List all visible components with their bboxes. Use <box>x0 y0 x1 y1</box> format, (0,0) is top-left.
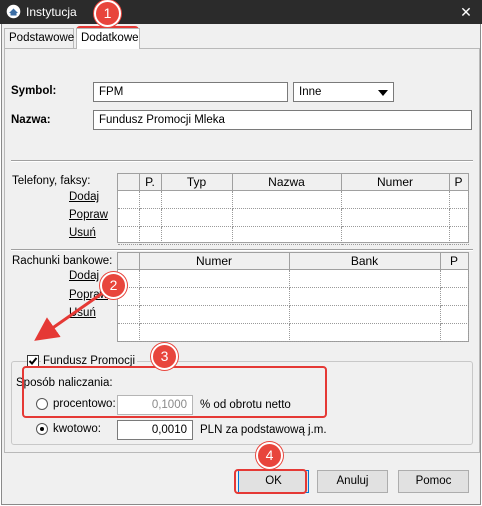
phones-table[interactable]: P. Typ Nazwa Numer P <box>117 173 469 245</box>
percent-radio[interactable] <box>36 398 48 410</box>
amount-unit: PLN za podstawową j.m. <box>200 424 327 436</box>
column-header[interactable]: Nazwa <box>232 174 342 191</box>
accounts-label: Rachunki bankowe: <box>12 255 113 267</box>
checkmark-icon <box>28 357 38 365</box>
name-label: Nazwa: <box>11 114 51 126</box>
annotation-badge-1: 1 <box>94 0 121 27</box>
percent-label[interactable]: procentowo: <box>53 398 116 410</box>
accounts-table[interactable]: Numer Bank P <box>117 252 469 342</box>
column-header[interactable]: P. <box>139 174 162 191</box>
chevron-down-icon[interactable] <box>378 90 388 96</box>
cancel-button[interactable]: Anuluj <box>317 470 388 493</box>
table-row[interactable] <box>118 190 469 209</box>
percent-input[interactable]: 0,1000 <box>117 395 193 415</box>
column-header[interactable]: Numer <box>139 253 290 270</box>
annotation-badge-2: 2 <box>100 272 127 299</box>
type-select-value: Inne <box>299 86 322 98</box>
separator <box>11 249 473 251</box>
app-icon <box>6 4 21 19</box>
phones-delete-link[interactable]: Usuń <box>69 227 96 239</box>
method-label: Sposób naliczania: <box>16 377 113 389</box>
column-header <box>118 174 140 191</box>
phones-add-link[interactable]: Dodaj <box>69 191 99 203</box>
phones-edit-link[interactable]: Popraw <box>69 209 108 221</box>
window-title: Instytucja <box>26 5 77 19</box>
close-icon[interactable]: ✕ <box>450 0 482 24</box>
table-row[interactable] <box>118 269 469 288</box>
fund-checkbox[interactable] <box>27 355 39 367</box>
help-button[interactable]: Pomoc <box>398 470 469 493</box>
column-header[interactable]: Numer <box>341 174 450 191</box>
title-bar: Instytucja ✕ <box>0 0 482 24</box>
tab-podstawowe[interactable]: Podstawowe <box>4 28 74 48</box>
annotation-badge-3: 3 <box>151 343 178 370</box>
column-header <box>118 253 140 270</box>
separator <box>11 160 473 162</box>
column-header[interactable]: P <box>440 253 469 270</box>
fund-checkbox-label[interactable]: Fundusz Promocji <box>41 355 138 367</box>
accounts-add-link[interactable]: Dodaj <box>69 270 99 282</box>
amount-input[interactable]: 0,0010 <box>117 420 193 440</box>
accounts-delete-link[interactable]: Usuń <box>69 307 96 319</box>
table-row[interactable] <box>118 305 469 324</box>
column-header[interactable]: Bank <box>289 253 441 270</box>
table-row[interactable] <box>118 208 469 227</box>
type-select[interactable]: Inne <box>293 82 394 102</box>
percent-unit: % od obrotu netto <box>200 399 291 411</box>
tab-dodatkowe[interactable]: Dodatkowe <box>76 28 140 49</box>
symbol-label: Symbol: <box>11 85 57 97</box>
column-header[interactable]: Typ <box>161 174 233 191</box>
table-row[interactable] <box>118 323 469 342</box>
table-row[interactable] <box>118 226 469 245</box>
tab-panel: Symbol: FPM Inne Nazwa: Fundusz Promocji… <box>4 48 480 453</box>
amount-radio[interactable] <box>36 423 48 435</box>
amount-label[interactable]: kwotowo: <box>53 423 101 435</box>
annotation-badge-4: 4 <box>256 442 283 469</box>
name-input[interactable]: Fundusz Promocji Mleka <box>93 110 472 130</box>
phones-label: Telefony, faksy: <box>12 175 91 187</box>
table-row[interactable] <box>118 287 469 306</box>
dialog-body: Podstawowe Dodatkowe Symbol: FPM Inne Na… <box>1 24 481 505</box>
column-header[interactable]: P <box>449 174 469 191</box>
ok-button[interactable]: OK <box>238 470 309 493</box>
symbol-input[interactable]: FPM <box>93 82 288 102</box>
